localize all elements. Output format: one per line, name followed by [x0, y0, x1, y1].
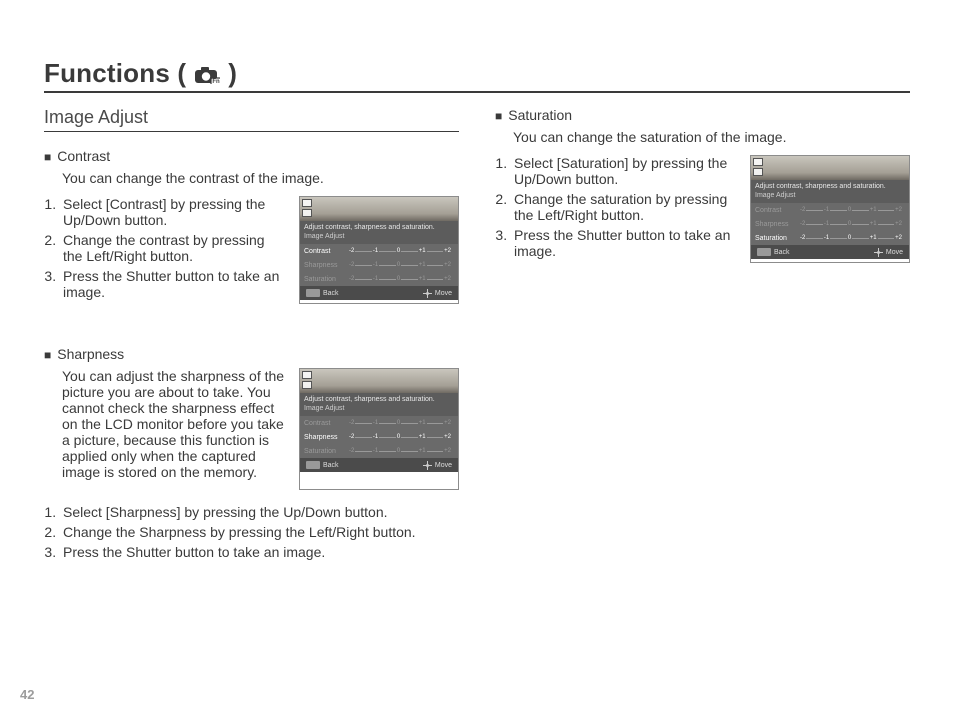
saturation-steps: Select [Saturation] by pressing the Up/D… [511, 155, 738, 263]
square-bullet-icon: ■ [44, 346, 51, 364]
sharpness-section: ■ Sharpness You can adjust the sharpness… [44, 346, 459, 560]
lcd-banner-line2: Image Adjust [304, 404, 454, 413]
lcd-screenshot-sharpness: Adjust contrast, sharpness and saturatio… [299, 368, 459, 490]
contrast-desc: You can change the contrast of the image… [62, 170, 422, 186]
sharpness-label: Sharpness [57, 346, 124, 362]
page-title-row: Functions ( Fn ) [44, 58, 910, 93]
menu-button-icon [306, 289, 320, 297]
lcd-banner-line1: Adjust contrast, sharpness and saturatio… [304, 395, 454, 404]
list-item: Select [Saturation] by pressing the Up/D… [511, 155, 738, 187]
saturation-desc: You can change the saturation of the ima… [513, 129, 873, 145]
list-item: Select [Sharpness] by pressing the Up/Do… [60, 504, 459, 520]
lcd-screenshot-saturation: Adjust contrast, sharpness and saturatio… [750, 155, 910, 263]
lcd-back-label: Back [323, 290, 339, 297]
sharpness-desc: You can adjust the sharpness of the pict… [62, 368, 287, 480]
lcd-row-saturation: Saturation [300, 276, 342, 283]
lcd-row-contrast: Contrast [300, 248, 342, 255]
page-title-prefix: Functions ( [44, 58, 186, 89]
section-heading: Image Adjust [44, 107, 459, 132]
dpad-icon [874, 248, 883, 257]
lcd-banner-line2: Image Adjust [304, 232, 454, 241]
contrast-steps: Select [Contrast] by pressing the Up/Dow… [60, 196, 287, 304]
list-item: Press the Shutter button to take an imag… [511, 227, 738, 259]
saturation-label: Saturation [508, 107, 572, 123]
list-item: Press the Shutter button to take an imag… [60, 544, 459, 560]
lcd-banner-line1: Adjust contrast, sharpness and saturatio… [304, 223, 454, 232]
sharpness-steps: Select [Sharpness] by pressing the Up/Do… [60, 504, 459, 560]
content-columns: Image Adjust ■ Contrast You can change t… [44, 107, 910, 564]
lcd-move-label: Move [435, 290, 452, 297]
svg-text:Fn: Fn [213, 79, 221, 84]
square-bullet-icon: ■ [44, 148, 51, 166]
list-item: Change the saturation by pressing the Le… [511, 191, 738, 223]
manual-page: Functions ( Fn ) Image Adjust ■ Contrast… [0, 0, 954, 720]
square-bullet-icon: ■ [495, 107, 502, 125]
list-item: Select [Contrast] by pressing the Up/Dow… [60, 196, 287, 228]
page-title-suffix: ) [228, 58, 237, 89]
dpad-icon [423, 461, 432, 470]
list-item: Change the contrast by pressing the Left… [60, 232, 287, 264]
menu-button-icon [757, 248, 771, 256]
lcd-banner-line2: Image Adjust [755, 191, 905, 200]
left-column: Image Adjust ■ Contrast You can change t… [44, 107, 459, 564]
contrast-label: Contrast [57, 148, 110, 164]
lcd-screenshot-contrast: Adjust contrast, sharpness and saturatio… [299, 196, 459, 304]
saturation-section: ■ Saturation You can change the saturati… [495, 107, 910, 263]
list-item: Change the Sharpness by pressing the Lef… [60, 524, 459, 540]
contrast-section: ■ Contrast You can change the contrast o… [44, 148, 459, 304]
lcd-row-sharpness: Sharpness [300, 262, 342, 269]
page-number: 42 [20, 687, 34, 702]
menu-button-icon [306, 461, 320, 469]
dpad-icon [423, 289, 432, 298]
list-item: Press the Shutter button to take an imag… [60, 268, 287, 300]
right-column: ■ Saturation You can change the saturati… [495, 107, 910, 564]
lcd-banner-line1: Adjust contrast, sharpness and saturatio… [755, 182, 905, 191]
camera-fn-icon: Fn [194, 66, 220, 84]
